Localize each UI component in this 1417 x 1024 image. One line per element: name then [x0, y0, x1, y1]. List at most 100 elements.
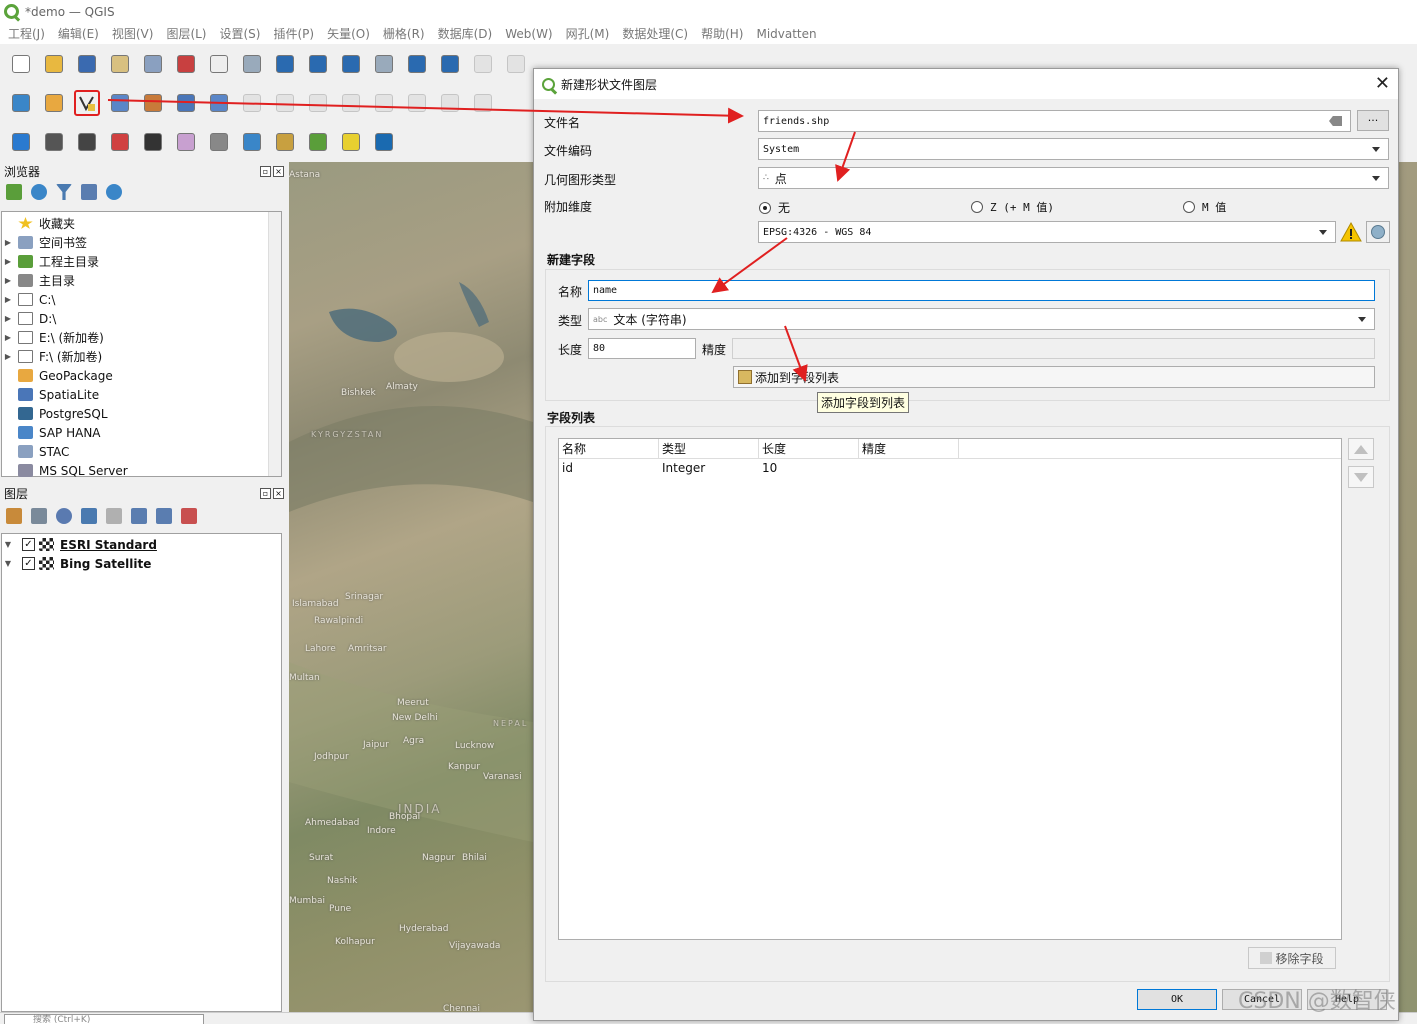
column-header[interactable]: 精度: [859, 439, 959, 458]
field-name-input[interactable]: name: [588, 280, 1375, 301]
menu-item[interactable]: Midvatten: [756, 27, 816, 41]
menu-item[interactable]: 数据处理(C): [622, 25, 688, 42]
browser-item[interactable]: ▶ 空间书签: [2, 233, 281, 252]
plot-button[interactable]: [173, 129, 199, 155]
dimension-zm-radio[interactable]: Z (+ M 值): [971, 199, 1054, 215]
geometry-type-select[interactable]: ∴ 点: [758, 167, 1389, 189]
dimension-none-radio[interactable]: 无: [759, 199, 790, 216]
layout-manager-button[interactable]: [140, 51, 166, 77]
layer-visibility-checkbox[interactable]: ✓: [22, 538, 35, 551]
browser-item[interactable]: ▶ D:\: [2, 309, 281, 328]
menu-item[interactable]: 设置(S): [220, 25, 261, 42]
field-list-table[interactable]: 名称 类型 长度 精度 id Integer 10: [558, 438, 1342, 940]
float-panel-icon[interactable]: ▫: [260, 487, 271, 499]
menu-item[interactable]: 帮助(H): [701, 25, 743, 42]
new-print-layout-button[interactable]: [107, 51, 133, 77]
menu-item[interactable]: 矢量(O): [327, 25, 370, 42]
zoom-native-button[interactable]: [437, 51, 463, 77]
file-name-input[interactable]: friends.shp: [758, 110, 1351, 132]
encoding-select[interactable]: System: [758, 138, 1389, 160]
expand-arrow-icon[interactable]: ▶: [2, 352, 14, 361]
terrain-button[interactable]: [206, 129, 232, 155]
delete-selected-button[interactable]: [404, 90, 430, 116]
new-project-button[interactable]: [8, 51, 34, 77]
note-button[interactable]: [338, 129, 364, 155]
menu-item[interactable]: 插件(P): [273, 25, 314, 42]
expand-all-icon[interactable]: [131, 508, 147, 524]
filter-icon[interactable]: [56, 184, 72, 200]
browser-item[interactable]: GeoPackage: [2, 366, 281, 385]
edit-pencil-button[interactable]: [272, 90, 298, 116]
new-temporary-layer-button[interactable]: [140, 90, 166, 116]
expand-arrow-icon[interactable]: ▶: [2, 314, 14, 323]
menu-item[interactable]: 栅格(R): [383, 25, 425, 42]
expand-arrow-icon[interactable]: ▶: [2, 257, 14, 266]
manage-visibility-icon[interactable]: [56, 508, 72, 524]
refresh-icon[interactable]: [31, 184, 47, 200]
browser-item[interactable]: 收藏夹: [2, 214, 281, 233]
close-icon[interactable]: ✕: [1375, 73, 1390, 94]
filter-legend-icon[interactable]: [81, 508, 97, 524]
browser-item[interactable]: STAC: [2, 442, 281, 461]
column-header[interactable]: 长度: [759, 439, 859, 458]
menu-item[interactable]: 编辑(E): [58, 25, 99, 42]
layer-visibility-checkbox[interactable]: ✓: [22, 557, 35, 570]
search-map-button[interactable]: [239, 129, 265, 155]
zoom-to-layer-button[interactable]: [404, 51, 430, 77]
browser-item[interactable]: SpatiaLite: [2, 385, 281, 404]
vertex-tool-button[interactable]: [371, 90, 397, 116]
menu-item[interactable]: 网孔(M): [566, 25, 610, 42]
expand-arrow-icon[interactable]: ▶: [2, 238, 14, 247]
expand-arrow-icon[interactable]: ▶: [2, 333, 14, 342]
pan-button[interactable]: [206, 51, 232, 77]
menu-item[interactable]: 视图(V): [112, 25, 154, 42]
digitize-button[interactable]: [239, 90, 265, 116]
field-type-select[interactable]: abc 文本 (字符串): [588, 308, 1375, 330]
browser-item[interactable]: ▶ F:\ (新加卷): [2, 347, 281, 366]
browser-item[interactable]: ▶ E:\ (新加卷): [2, 328, 281, 347]
table-row[interactable]: id Integer 10: [559, 459, 1341, 477]
histogram-button[interactable]: [140, 129, 166, 155]
locator-search[interactable]: 搜索 (Ctrl+K): [4, 1014, 204, 1024]
add-point-button[interactable]: [338, 90, 364, 116]
menu-item[interactable]: Web(W): [505, 27, 552, 41]
save-project-button[interactable]: [74, 51, 100, 77]
bar-chart-button[interactable]: [107, 129, 133, 155]
add-group-icon[interactable]: [31, 508, 47, 524]
map-canvas-right[interactable]: [1398, 162, 1417, 1012]
save-edits-button[interactable]: [305, 90, 331, 116]
style-manager-button[interactable]: [173, 51, 199, 77]
zoom-out-button[interactable]: [305, 51, 331, 77]
pan-to-selection-button[interactable]: [239, 51, 265, 77]
menu-item[interactable]: 数据库(D): [438, 25, 493, 42]
add-to-field-list-button[interactable]: 添加到字段列表: [733, 366, 1375, 388]
network-button[interactable]: [305, 129, 331, 155]
browser-scrollbar[interactable]: [268, 212, 281, 476]
style-panel-icon[interactable]: [6, 508, 22, 524]
zoom-last-button[interactable]: [470, 51, 496, 77]
layer-item[interactable]: ▼ ✓ Bing Satellite: [2, 554, 281, 573]
collapse-arrow-icon[interactable]: ▼: [2, 540, 14, 549]
column-header[interactable]: 名称: [559, 439, 659, 458]
add-selected-layers-icon[interactable]: [6, 184, 22, 200]
select-crs-button[interactable]: [1366, 221, 1390, 243]
menu-item[interactable]: 工程(J): [8, 25, 45, 42]
field-length-input[interactable]: 80: [588, 338, 696, 359]
map-canvas[interactable]: Astana Almaty Bishkek KYRGYZSTAN Srinagar Isl…: [289, 162, 533, 1012]
cut-button[interactable]: [437, 90, 463, 116]
browser-item[interactable]: MS SQL Server: [2, 461, 281, 480]
new-shapefile-layer-button[interactable]: [74, 89, 100, 116]
browser-item[interactable]: ▶ 主目录: [2, 271, 281, 290]
ok-button[interactable]: OK: [1137, 989, 1217, 1010]
collapse-all-icon[interactable]: [81, 184, 97, 200]
browser-item[interactable]: PostgreSQL: [2, 404, 281, 423]
layer-item[interactable]: ▼ ✓ ESRI Standard: [2, 535, 281, 554]
column-header[interactable]: 类型: [659, 439, 759, 458]
zoom-to-selection-button[interactable]: [371, 51, 397, 77]
new-spatialite-layer-button[interactable]: [107, 90, 133, 116]
move-field-down-button[interactable]: [1348, 466, 1374, 488]
collapse-all-icon[interactable]: [156, 508, 172, 524]
collapse-arrow-icon[interactable]: ▼: [2, 559, 14, 568]
browser-item[interactable]: SAP HANA: [2, 423, 281, 442]
remove-field-button[interactable]: 移除字段: [1248, 947, 1336, 969]
